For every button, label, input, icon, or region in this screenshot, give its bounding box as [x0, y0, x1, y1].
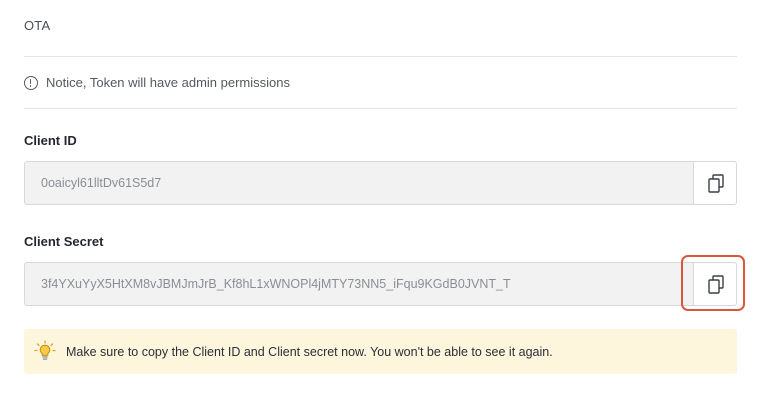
- token-name-row: OTA: [24, 0, 737, 57]
- info-icon: [24, 76, 38, 90]
- client-secret-label: Client Secret: [24, 234, 104, 249]
- notice-text: Notice, Token will have admin permission…: [46, 75, 290, 90]
- client-id-label: Client ID: [24, 133, 77, 148]
- copy-icon: [708, 275, 724, 294]
- notice-row: Notice, Token will have admin permission…: [24, 57, 737, 109]
- copy-client-id-button[interactable]: [693, 161, 737, 205]
- client-id-field-group: [24, 161, 737, 205]
- client-id-input[interactable]: [24, 161, 693, 205]
- lightbulb-icon: [34, 340, 56, 360]
- copy-warning-banner: Make sure to copy the Client ID and Clie…: [24, 329, 737, 374]
- client-secret-input[interactable]: [24, 262, 693, 306]
- copy-client-secret-button[interactable]: [693, 262, 737, 306]
- copy-warning-text: Make sure to copy the Client ID and Clie…: [66, 345, 553, 359]
- token-name: OTA: [24, 18, 51, 33]
- client-secret-field-group: [24, 262, 737, 306]
- copy-icon: [708, 174, 724, 193]
